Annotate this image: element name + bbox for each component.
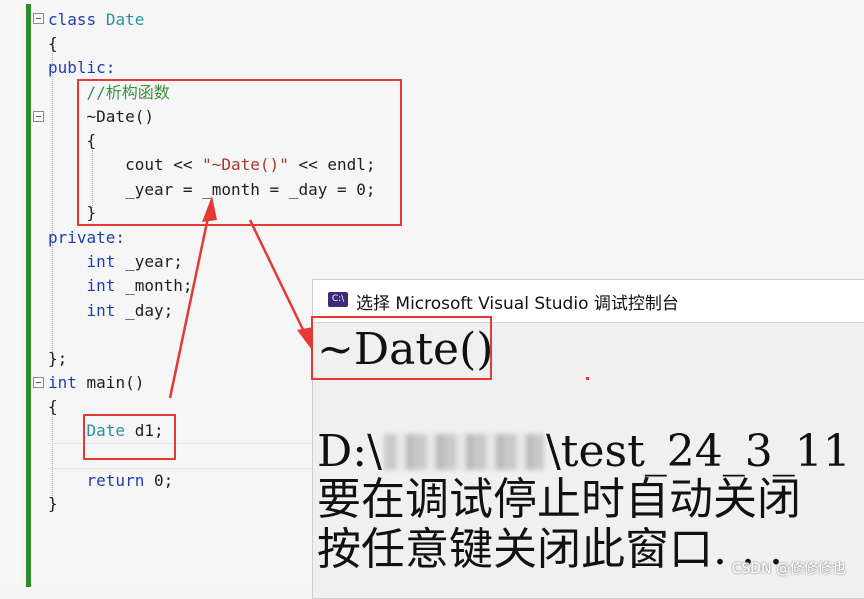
collapse-class-icon[interactable] [33, 13, 44, 24]
code-line-17: { [48, 395, 58, 419]
console-title: 选择 Microsoft Visual Studio 调试控制台 [356, 294, 679, 314]
member-day: _day; [115, 301, 174, 320]
collapse-main-icon[interactable] [33, 377, 44, 388]
console-msg-line-1: 要在调试停止时自动关闭 [317, 474, 801, 525]
code-line-13: int _day; [48, 299, 174, 323]
brace: { [48, 34, 58, 53]
brace: { [48, 397, 58, 416]
access-public: public: [48, 58, 116, 77]
collapse-destructor-icon[interactable] [33, 111, 44, 122]
brace: } [48, 494, 58, 513]
access-private: private: [48, 228, 126, 247]
code-line-21: } [48, 492, 58, 516]
code-line-2: { [48, 32, 58, 56]
code-line-10: private: [48, 226, 125, 250]
path-prefix: D:\ [317, 426, 382, 477]
code-line-12: int _month; [48, 274, 193, 298]
member-month: _month; [115, 276, 193, 295]
code-line-20: return 0; [48, 469, 174, 493]
keyword-int: int [86, 252, 116, 271]
output-highlight-box [311, 316, 492, 380]
destructor-highlight-box [77, 79, 402, 226]
class-close: }; [48, 349, 68, 368]
watermark: CSDN @修修修也 [731, 561, 846, 577]
path-suffix: \test_24_3_11 [545, 426, 851, 477]
change-tracking-bar [26, 4, 31, 587]
class-name: Date [105, 10, 145, 29]
keyword-int: int [48, 373, 77, 392]
code-line-1: class Date [48, 8, 144, 32]
code-line-3: public: [48, 56, 115, 80]
redacted-path [383, 434, 544, 470]
arrow-to-output [248, 219, 309, 339]
main-signature: main() [76, 373, 145, 392]
object-decl-highlight-box [83, 414, 176, 460]
code-line-15: }; [48, 347, 67, 371]
console-path-line: D:\ \test_24_3_11 [317, 428, 851, 476]
keyword-class: class [48, 10, 97, 29]
debug-console-window[interactable]: C:\ 选择 Microsoft Visual Studio 调试控制台 ~Da… [311, 279, 864, 599]
return-value: 0; [144, 471, 174, 490]
arrow-to-destructor [168, 207, 212, 399]
keyword-int: int [86, 301, 116, 320]
code-line-11: int _year; [48, 250, 183, 274]
member-year: _year; [115, 252, 183, 271]
keyword-int: int [86, 276, 116, 295]
console-msg-line-2: 按任意键关闭此窗口. . . [317, 524, 783, 575]
red-mark [586, 377, 589, 380]
console-app-icon: C:\ [328, 292, 348, 307]
code-line-16: int main() [48, 371, 144, 395]
keyword-return: return [86, 471, 145, 490]
